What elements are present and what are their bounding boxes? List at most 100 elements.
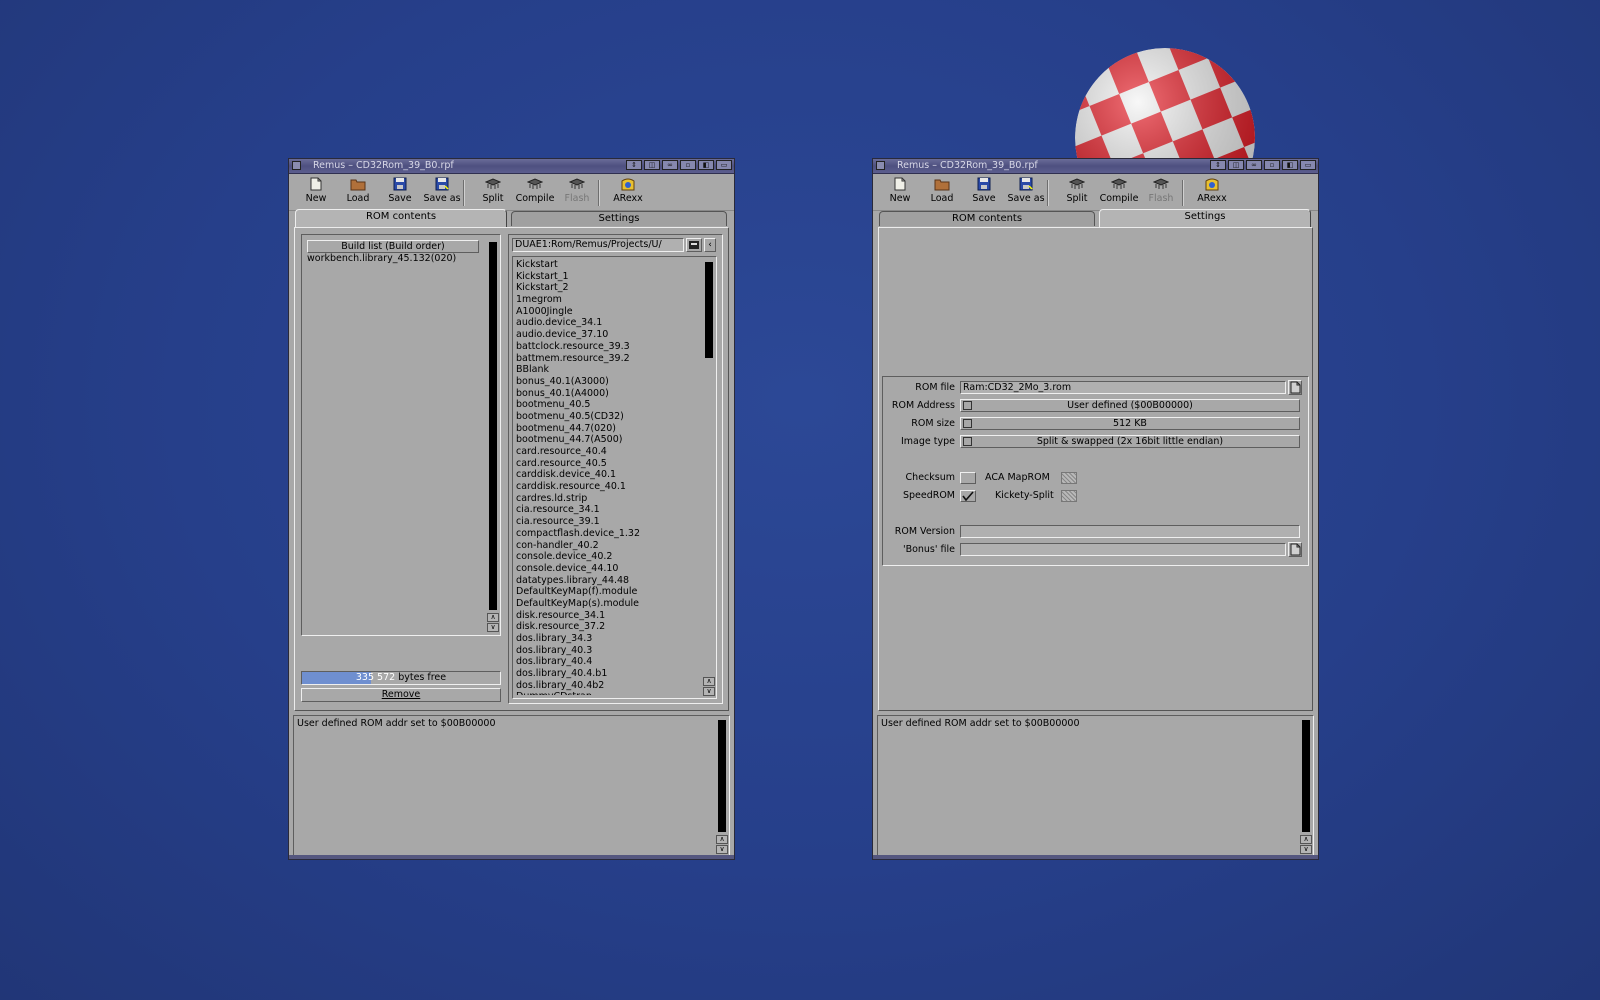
depth-gadget-icon[interactable]: ◧: [698, 160, 714, 170]
rom-file-select-button[interactable]: [1288, 380, 1302, 395]
list-item[interactable]: bootmenu_40.5: [516, 399, 691, 411]
list-item[interactable]: dos.library_40.4.b1: [516, 668, 691, 680]
modules-scrollbar[interactable]: ∧ ∨: [703, 260, 715, 696]
tab-settings[interactable]: Settings: [511, 211, 727, 226]
list-item[interactable]: 1megrom: [516, 294, 691, 306]
list-item[interactable]: cia.resource_34.1: [516, 504, 691, 516]
list-item[interactable]: bootmenu_44.7(A500): [516, 434, 691, 446]
list-item[interactable]: dos.library_40.4: [516, 656, 691, 668]
scroll-up-arrow-icon[interactable]: ∧: [716, 835, 728, 844]
list-item[interactable]: Kickstart_2: [516, 282, 691, 294]
scrollbar-knob[interactable]: [705, 262, 713, 358]
tab-rom-contents[interactable]: ROM contents: [879, 211, 1095, 226]
list-item[interactable]: datatypes.library_44.48: [516, 575, 691, 587]
new-button[interactable]: New: [295, 177, 337, 204]
snapshot-gadget-icon[interactable]: ◫: [1228, 160, 1244, 170]
bonus-file-select-button[interactable]: [1288, 542, 1302, 557]
compile-button[interactable]: Compile: [514, 177, 556, 204]
scroll-down-arrow-icon[interactable]: ∨: [487, 623, 499, 632]
depth-gadget-icon[interactable]: ◧: [1282, 160, 1298, 170]
list-item[interactable]: DummyCDstrap: [516, 691, 691, 695]
list-item[interactable]: Kickstart_1: [516, 271, 691, 283]
drawer-button[interactable]: [686, 238, 702, 252]
tab-rom-contents[interactable]: ROM contents: [295, 209, 507, 227]
build-list-header[interactable]: Build list (Build order): [307, 240, 479, 253]
rom-size-cycle[interactable]: 512 KB: [960, 417, 1300, 430]
list-item[interactable]: console.device_44.10: [516, 563, 691, 575]
list-item[interactable]: battclock.resource_39.3: [516, 341, 691, 353]
list-item[interactable]: con-handler_40.2: [516, 540, 691, 552]
zoom-gadget-icon[interactable]: ▫: [1264, 160, 1280, 170]
compile-button[interactable]: Compile: [1098, 177, 1140, 204]
list-item[interactable]: battmem.resource_39.2: [516, 353, 691, 365]
list-item[interactable]: console.device_40.2: [516, 551, 691, 563]
scroll-up-arrow-icon[interactable]: ∧: [1300, 835, 1312, 844]
list-item[interactable]: card.resource_40.5: [516, 458, 691, 470]
resize-gadget-icon[interactable]: ▭: [1300, 160, 1316, 170]
tab-settings[interactable]: Settings: [1099, 209, 1311, 227]
scroll-down-arrow-icon[interactable]: ∨: [716, 845, 728, 854]
list-item[interactable]: card.resource_40.4: [516, 446, 691, 458]
arexx-button[interactable]: ARexx: [607, 177, 649, 204]
zoom-gadget-icon[interactable]: ▫: [680, 160, 696, 170]
list-item[interactable]: BBlank: [516, 364, 691, 376]
new-button[interactable]: New: [879, 177, 921, 204]
list-item[interactable]: cardres.ld.strip: [516, 493, 691, 505]
path-field[interactable]: DUAE1:Rom/Remus/Projects/U/: [512, 238, 684, 252]
list-item[interactable]: dos.library_34.3: [516, 633, 691, 645]
load-button[interactable]: Load: [337, 177, 379, 204]
prefs-gadget-icon[interactable]: ∞: [1246, 160, 1262, 170]
rom-file-field[interactable]: Ram:CD32_2Mo_3.rom: [960, 381, 1286, 394]
build-list[interactable]: workbench.library_45.132(020): [307, 253, 479, 628]
scroll-down-arrow-icon[interactable]: ∨: [703, 687, 715, 696]
bonus-file-field[interactable]: [960, 543, 1286, 556]
list-item[interactable]: workbench.library_45.132(020): [307, 253, 479, 265]
scrollbar-knob[interactable]: [489, 242, 497, 610]
list-item[interactable]: compactflash.device_1.32: [516, 528, 691, 540]
parent-button[interactable]: ‹: [704, 238, 716, 252]
list-item[interactable]: dos.library_40.3: [516, 645, 691, 657]
list-item[interactable]: A1000Jingle: [516, 306, 691, 318]
close-gadget-icon[interactable]: [876, 161, 885, 170]
log-scrollbar[interactable]: ∧ ∨: [1300, 718, 1312, 854]
resize-gadget-icon[interactable]: ▭: [716, 160, 732, 170]
build-list-scrollbar[interactable]: ∧ ∨: [487, 240, 499, 632]
list-item[interactable]: Kickstart: [516, 259, 691, 271]
modules-list[interactable]: Kickstart Kickstart_1 Kickstart_2 1megrom A1…: [516, 259, 691, 695]
arexx-button[interactable]: ARexx: [1191, 177, 1233, 204]
scrollbar-knob[interactable]: [718, 720, 726, 832]
checksum-checkbox[interactable]: [960, 472, 976, 484]
close-gadget-icon[interactable]: [292, 161, 301, 170]
list-item[interactable]: bootmenu_44.7(020): [516, 423, 691, 435]
list-item[interactable]: disk.resource_34.1: [516, 610, 691, 622]
scroll-down-arrow-icon[interactable]: ∨: [1300, 845, 1312, 854]
load-button[interactable]: Load: [921, 177, 963, 204]
scroll-up-arrow-icon[interactable]: ∧: [487, 613, 499, 622]
save-as-button[interactable]: Save as: [421, 177, 463, 204]
iconify-gadget-icon[interactable]: ⇕: [1210, 160, 1226, 170]
list-item[interactable]: audio.device_34.1: [516, 317, 691, 329]
list-item[interactable]: carddisk.resource_40.1: [516, 481, 691, 493]
prefs-gadget-icon[interactable]: ∞: [662, 160, 678, 170]
save-button[interactable]: Save: [379, 177, 421, 204]
list-item[interactable]: bonus_40.1(A3000): [516, 376, 691, 388]
title-bar[interactable]: Remus – CD32Rom_39_B0.rpf ⇕ ◫ ∞ ▫ ◧ ▭: [873, 159, 1318, 174]
save-as-button[interactable]: Save as: [1005, 177, 1047, 204]
split-button[interactable]: Split: [1056, 177, 1098, 204]
log-scrollbar[interactable]: ∧ ∨: [716, 718, 728, 854]
list-item[interactable]: audio.device_37.10: [516, 329, 691, 341]
speedrom-checkbox[interactable]: [960, 490, 976, 502]
save-button[interactable]: Save: [963, 177, 1005, 204]
image-type-cycle[interactable]: Split & swapped (2x 16bit little endian): [960, 435, 1300, 448]
rom-address-cycle[interactable]: User defined ($00B00000): [960, 399, 1300, 412]
title-bar[interactable]: Remus – CD32Rom_39_B0.rpf ⇕ ◫ ∞ ▫ ◧ ▭: [289, 159, 734, 174]
scrollbar-knob[interactable]: [1302, 720, 1310, 832]
remove-button[interactable]: Remove: [301, 688, 501, 702]
list-item[interactable]: carddisk.device_40.1: [516, 469, 691, 481]
list-item[interactable]: DefaultKeyMap(f).module: [516, 586, 691, 598]
list-item[interactable]: bootmenu_40.5(CD32): [516, 411, 691, 423]
list-item[interactable]: disk.resource_37.2: [516, 621, 691, 633]
list-item[interactable]: bonus_40.1(A4000): [516, 388, 691, 400]
rom-version-field[interactable]: [960, 525, 1300, 538]
scroll-up-arrow-icon[interactable]: ∧: [703, 677, 715, 686]
